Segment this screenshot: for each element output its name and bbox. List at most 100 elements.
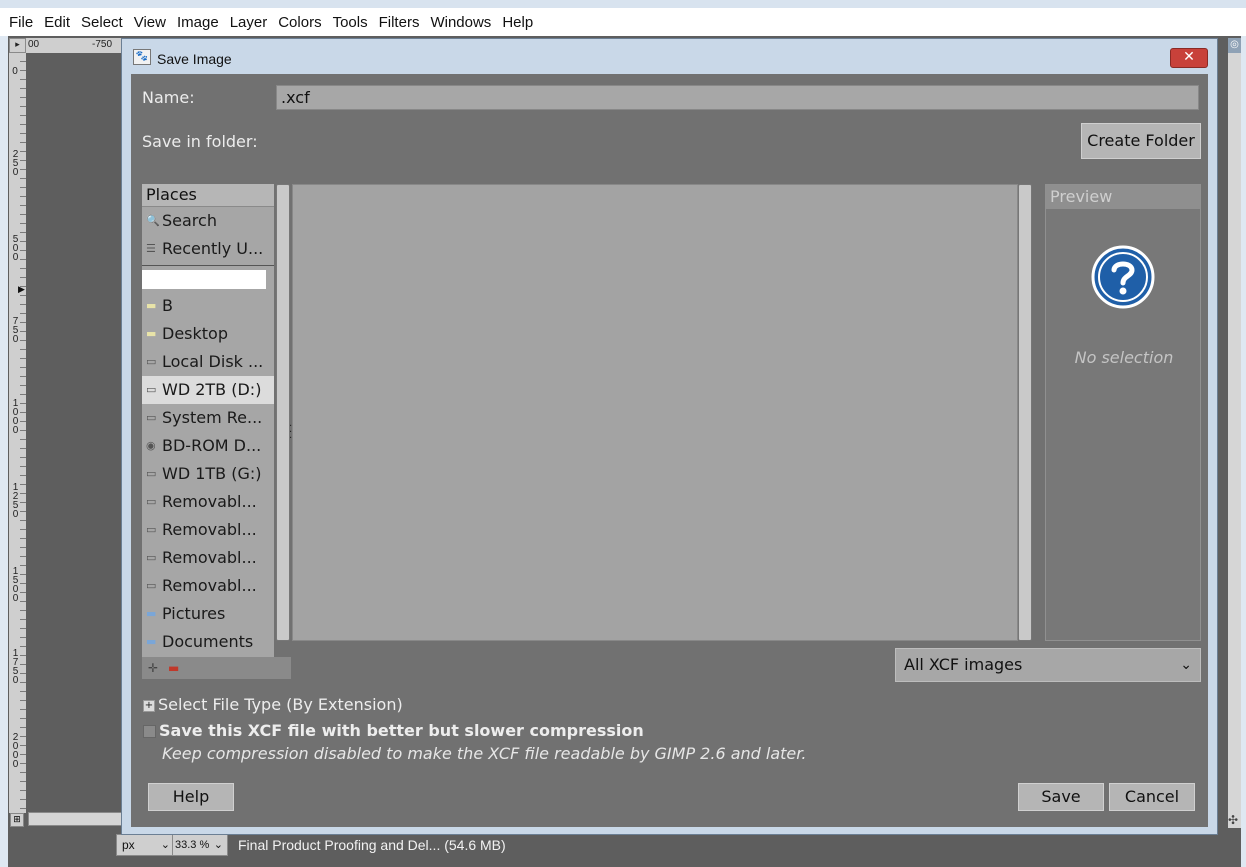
place-item[interactable]: ▭ Removabl... — [142, 572, 274, 600]
place-item-search[interactable]: 🔍 Search — [142, 207, 274, 235]
menu-windows[interactable]: Windows — [430, 14, 491, 31]
place-label: B — [162, 296, 173, 315]
place-item-desktop[interactable]: ▬ Desktop — [142, 320, 274, 348]
zoom-to-fit-icon[interactable]: ◎ — [1228, 38, 1241, 53]
place-item-documents[interactable]: ▬ Documents — [142, 628, 274, 656]
status-text: Final Product Proofing and Del... (54.6 … — [238, 837, 506, 853]
filename-input[interactable]: .xcf — [276, 85, 1199, 110]
menu-edit[interactable]: Edit — [44, 14, 70, 31]
place-label: Search — [162, 211, 217, 230]
unit-value: px — [122, 838, 135, 852]
file-filter-select[interactable]: All XCF images ⌄ — [895, 648, 1201, 682]
chevron-down-icon: ⌄ — [1180, 657, 1192, 673]
name-label: Name: — [142, 88, 195, 107]
place-item[interactable]: ▭ Removabl... — [142, 488, 274, 516]
ruler-label: 750 — [12, 316, 19, 345]
ruler-label: 1750 — [12, 648, 19, 686]
menu-filters[interactable]: Filters — [379, 14, 420, 31]
place-item-selected[interactable]: ▭ WD 2TB (D:) — [142, 376, 274, 404]
unit-select[interactable]: px ⌄ — [116, 834, 176, 856]
place-label: System Re... — [162, 408, 263, 427]
menu-image[interactable]: Image — [177, 14, 219, 31]
place-label: Recently U... — [162, 239, 264, 258]
dialog-body: Name: .xcf Save in folder: Create Folder… — [131, 74, 1208, 827]
place-label: Removabl... — [162, 548, 257, 567]
navigate-icon[interactable]: ✣ — [1228, 813, 1238, 827]
menu-select[interactable]: Select — [81, 14, 123, 31]
compression-label: Save this XCF file with better but slowe… — [159, 721, 644, 740]
navigate-corner-icon[interactable]: ⊞ — [10, 813, 24, 827]
place-item-recent[interactable]: ☰ Recently U... — [142, 235, 274, 263]
places-panel: Places 🔍 Search ☰ Recently U... ▬ B ▬ De… — [142, 184, 274, 657]
help-button[interactable]: Help — [148, 783, 234, 811]
drive-icon: ▭ — [146, 355, 157, 368]
zoom-value: 33.3 % — [175, 839, 210, 851]
place-label: WD 2TB (D:) — [162, 380, 262, 399]
place-item[interactable]: ▭ Removabl... — [142, 516, 274, 544]
close-button[interactable]: ✕ — [1170, 48, 1208, 68]
file-filter-value: All XCF images — [904, 655, 1023, 674]
drive-icon: ▭ — [146, 383, 157, 396]
place-label: Removabl... — [162, 576, 257, 595]
place-label: Desktop — [162, 324, 228, 343]
removable-drive-icon: ▭ — [146, 523, 157, 536]
menu-file[interactable]: File — [9, 14, 33, 31]
quick-mask-toggle-icon[interactable]: ▸ — [9, 38, 26, 53]
place-label: Pictures — [162, 604, 226, 623]
gimp-icon: 🐾 — [133, 49, 151, 65]
statusbar: px ⌄ 33.3 % ⌄ Final Product Proofing and… — [8, 830, 1241, 867]
cancel-button[interactable]: Cancel — [1109, 783, 1195, 811]
preview-header: Preview — [1046, 185, 1200, 209]
zoom-select[interactable]: 33.3 % ⌄ — [172, 834, 228, 856]
menu-help[interactable]: Help — [502, 14, 533, 31]
place-item[interactable]: ▭ System Re... — [142, 404, 274, 432]
menu-view[interactable]: View — [134, 14, 166, 31]
file-type-expander[interactable]: + Select File Type (By Extension) — [143, 695, 403, 714]
ruler-label: 00 — [28, 39, 40, 50]
drive-icon: ▭ — [146, 467, 157, 480]
dialog-titlebar[interactable]: 🐾 Save Image ✕ — [122, 39, 1217, 73]
ruler-label: 0 — [12, 66, 18, 77]
chevron-down-icon: ⌄ — [160, 839, 170, 851]
ruler-label: 1250 — [12, 482, 19, 520]
places-divider — [142, 265, 274, 266]
place-label: Removabl... — [162, 520, 257, 539]
ruler-label: 250 — [12, 149, 19, 178]
file-list[interactable] — [292, 184, 1018, 641]
add-bookmark-icon[interactable]: ✛ — [148, 657, 158, 679]
ruler-label: 1000 — [12, 398, 19, 436]
ruler-label: -750 — [92, 39, 113, 50]
file-list-scrollbar[interactable] — [1018, 184, 1032, 641]
chevron-down-icon: ⌄ — [213, 839, 223, 851]
remove-bookmark-icon[interactable]: ▬ — [168, 657, 179, 679]
save-in-folder-label: Save in folder: — [142, 132, 258, 151]
compression-option[interactable]: Save this XCF file with better but slowe… — [143, 721, 644, 740]
search-icon: 🔍 — [146, 214, 160, 227]
no-selection-text: No selection — [1074, 348, 1174, 367]
save-button[interactable]: Save — [1018, 783, 1104, 811]
ruler-label: 2000 — [12, 732, 19, 770]
redacted-place-item[interactable] — [142, 270, 266, 289]
menubar: File Edit Select View Image Layer Colors… — [0, 8, 1246, 36]
place-item[interactable]: ◉ BD-ROM D... — [142, 432, 274, 460]
place-item-pictures[interactable]: ▬ Pictures — [142, 600, 274, 628]
ruler-label: 500 — [12, 234, 19, 263]
horizontal-scrollbar[interactable] — [28, 812, 124, 826]
place-item[interactable]: ▭ Local Disk ... — [142, 348, 274, 376]
place-item[interactable]: ▭ Removabl... — [142, 544, 274, 572]
save-image-dialog: 🐾 Save Image ✕ Name: .xcf Save in folder… — [121, 38, 1218, 835]
window-left-border — [0, 36, 8, 867]
menu-layer[interactable]: Layer — [230, 14, 268, 31]
right-scroll-column[interactable]: ◎ ✣ — [1228, 38, 1241, 828]
place-item[interactable]: ▬ B — [142, 292, 274, 320]
menu-colors[interactable]: Colors — [278, 14, 321, 31]
window-right-border — [1241, 36, 1246, 867]
compression-checkbox[interactable] — [143, 725, 156, 738]
menu-tools[interactable]: Tools — [333, 14, 368, 31]
removable-drive-icon: ▭ — [146, 551, 157, 564]
place-label: Local Disk ... — [162, 352, 264, 371]
preview-panel: Preview No selection — [1045, 184, 1201, 641]
create-folder-button[interactable]: Create Folder — [1081, 123, 1201, 159]
place-item[interactable]: ▭ WD 1TB (G:) — [142, 460, 274, 488]
places-scrollbar[interactable] — [276, 184, 290, 641]
